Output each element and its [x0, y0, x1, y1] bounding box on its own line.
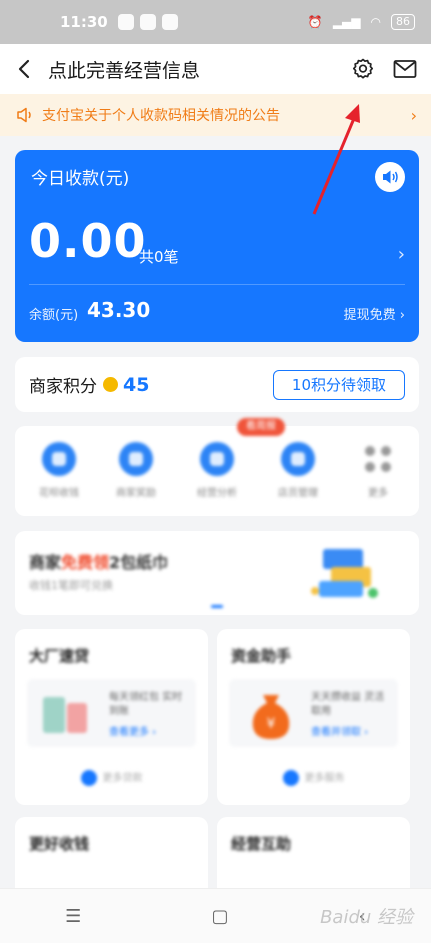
promo-subtitle: 收钱1笔即可兑换	[29, 579, 113, 592]
red-envelope-icon	[43, 697, 87, 733]
today-income-card[interactable]: 今日收款(元) 0.00 共0笔 › 余额(元) 43.30 提现免费 ›	[15, 150, 419, 342]
watermark: Baidu 经验	[320, 907, 413, 928]
tile-title: 大厂速贷	[29, 647, 90, 665]
tile-title: 资金助手	[231, 647, 292, 665]
home-icon[interactable]: ▢	[211, 906, 228, 927]
back-button[interactable]	[0, 44, 48, 94]
battery-indicator: 86	[391, 14, 415, 30]
menu-icon[interactable]: ☰	[65, 906, 81, 927]
more-grid-icon	[361, 442, 395, 476]
tile-more[interactable]: 更多贷款	[15, 769, 208, 786]
shortcut-label: 更多	[368, 488, 388, 499]
status-bar: 11:30 ⏰ ▂▄▆ ◠ 86	[0, 0, 431, 44]
shortcut-label: 经营分析	[197, 488, 237, 499]
shortcut-item[interactable]: 商家奖励	[106, 442, 166, 499]
business-mutual-tile[interactable]: 经营互助	[217, 817, 410, 897]
carousel-indicator	[211, 605, 223, 608]
announcement-text: 支付宝关于个人收款码相关情况的公告	[42, 108, 280, 124]
staff-icon	[281, 442, 315, 476]
chevron-right-icon: ›	[410, 105, 417, 125]
huabei-icon	[42, 442, 76, 476]
tile-content: ¥ 天天攒收益 灵活取用 查看并领取 ›	[229, 679, 398, 747]
signal-icon: ▂▄▆	[332, 15, 361, 29]
shortcut-label: 商家奖励	[116, 488, 156, 499]
page-title[interactable]: 点此完善经营信息	[48, 56, 200, 83]
status-app-icons	[117, 14, 178, 30]
promo-title: 商家免费领2包纸巾	[29, 553, 169, 572]
tile-link[interactable]: 查看并领取 ›	[311, 723, 368, 738]
income-label: 今日收款(元)	[31, 169, 130, 189]
mail-icon	[393, 60, 417, 78]
tile-more[interactable]: 更多服务	[217, 769, 410, 786]
status-time: 11:30	[60, 13, 108, 31]
fund-assistant-tile[interactable]: 资金助手 ¥ 天天攒收益 灵活取用 查看并领取 › 更多服务	[217, 629, 410, 805]
shortcut-label: 花呗收钱	[39, 488, 79, 499]
volume-icon	[383, 170, 398, 184]
shortcut-panel: 花呗收钱 商家奖励 经营分析 店员管理 更多 看周报	[15, 418, 419, 516]
tile-description: 天天攒收益 灵活取用	[311, 692, 385, 717]
settings-button[interactable]	[349, 55, 377, 83]
tile-title: 更好收钱	[29, 835, 90, 853]
chevron-right-icon[interactable]: ›	[398, 244, 405, 265]
shortcut-item[interactable]: 花呗收钱	[29, 442, 89, 499]
wifi-icon: ◠	[370, 15, 381, 29]
promo-banner[interactable]: 商家免费领2包纸巾 收钱1笔即可兑换	[15, 531, 419, 615]
shortcut-item[interactable]: 经营分析	[187, 442, 247, 499]
shortcut-item[interactable]: 店员管理	[268, 442, 328, 499]
tile-description: 每天领红包 实时到账	[109, 692, 183, 717]
loan-tile[interactable]: 大厂速贷 每天领红包 实时到账 查看更多 › 更多贷款	[15, 629, 208, 805]
transaction-count: 共0笔	[139, 248, 179, 266]
voice-broadcast-button[interactable]	[375, 162, 405, 192]
tile-content: 每天领红包 实时到账 查看更多 ›	[27, 679, 196, 747]
chevron-left-icon	[18, 59, 30, 79]
messages-button[interactable]	[391, 55, 419, 83]
withdraw-link[interactable]: 提现免费 ›	[344, 304, 405, 323]
divider	[29, 284, 405, 285]
announcement-banner[interactable]: 支付宝关于个人收款码相关情况的公告 ›	[0, 94, 431, 136]
tile-link[interactable]: 查看更多 ›	[109, 723, 156, 738]
shortcut-label: 店员管理	[278, 488, 318, 499]
analysis-icon	[200, 442, 234, 476]
app-header: 点此完善经营信息	[0, 44, 431, 94]
alarm-icon: ⏰	[307, 15, 323, 29]
balance-label: 余额(元)	[29, 308, 79, 323]
points-value: 45	[123, 373, 150, 396]
tile-title: 经营互助	[231, 835, 292, 853]
coin-icon	[103, 377, 118, 392]
shortcut-item[interactable]: 更多	[348, 442, 408, 499]
svg-text:¥: ¥	[267, 716, 276, 732]
tissue-gift-illustration	[311, 549, 378, 598]
better-collection-tile[interactable]: 更好收钱	[15, 817, 208, 897]
tile-more-icon	[282, 770, 299, 786]
gear-icon	[352, 58, 374, 79]
tile-more-icon	[80, 770, 97, 786]
money-bag-icon: ¥	[252, 695, 290, 739]
points-label: 商家积分	[29, 377, 97, 397]
withdraw-label: 提现免费	[343, 308, 396, 323]
income-amount: 0.00	[29, 214, 147, 268]
reward-icon	[119, 442, 153, 476]
weekly-report-badge: 看周报	[237, 418, 285, 436]
app-icon	[161, 14, 178, 30]
merchant-points-card: 商家积分 45 10积分待领取	[15, 357, 419, 412]
telegram-icon	[117, 14, 134, 30]
status-indicators: ⏰ ▂▄▆ ◠ 86	[308, 14, 415, 30]
balance-value: 43.30	[87, 298, 151, 322]
tiktok-icon	[139, 14, 156, 30]
speaker-icon	[17, 107, 31, 123]
claim-points-button[interactable]: 10积分待领取	[272, 369, 405, 400]
